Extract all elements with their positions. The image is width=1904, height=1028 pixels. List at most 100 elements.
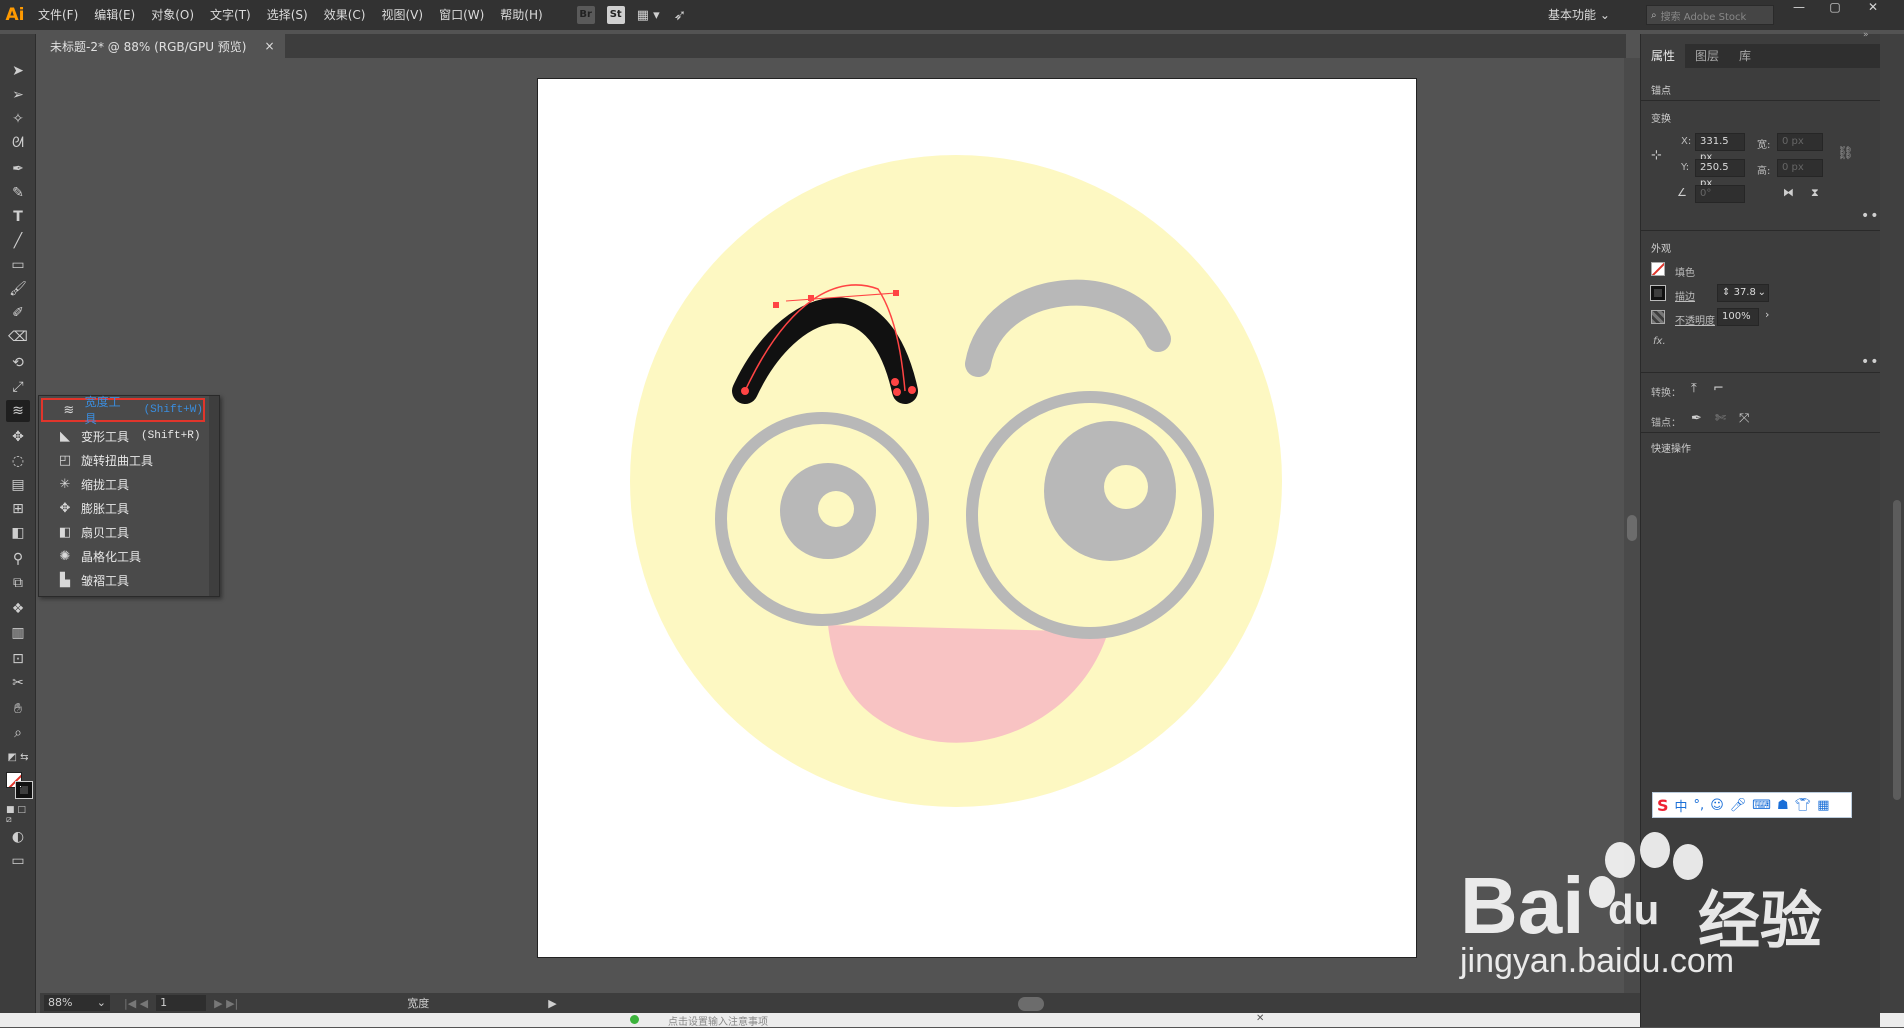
rotate-tool-icon[interactable]: ⟲ [6, 352, 30, 374]
vertical-scroll-thumb[interactable] [1627, 515, 1637, 541]
zoom-tool-icon[interactable]: ⌕ [6, 722, 30, 744]
direct-selection-tool-icon[interactable]: ➢ [6, 84, 30, 106]
close-tab-icon[interactable]: × [265, 39, 275, 53]
toolbox-icon[interactable]: ▦ [1817, 798, 1829, 813]
flyout-item-crystallize-tool[interactable]: ✺ 晶格化工具 [39, 544, 211, 568]
x-field[interactable]: 331.5 px [1695, 133, 1745, 163]
chevron-down-icon[interactable]: ⌄ [1758, 285, 1766, 301]
lasso-tool-icon[interactable]: ᘛ [6, 132, 30, 154]
arrange-documents-icon[interactable]: ▦ ▾ [637, 8, 660, 23]
magic-wand-tool-icon[interactable]: ✧ [6, 108, 30, 130]
bridge-button[interactable]: Br [576, 6, 595, 24]
line-tool-icon[interactable]: ╱ [6, 230, 30, 252]
connect-anchors-icon[interactable]: ⤧ [1739, 411, 1749, 426]
hand-tool-icon[interactable]: ✋︎ [6, 698, 30, 720]
menu-file[interactable]: 文件(F) [30, 0, 86, 30]
convert-to-corner-icon[interactable]: ⤒ [1691, 381, 1697, 396]
artboard-tool-icon[interactable]: ⊡ [6, 648, 30, 670]
punctuation-icon[interactable]: °, [1694, 798, 1705, 813]
eraser-tool-icon[interactable]: ⌫ [6, 326, 30, 348]
ime-toolbar[interactable]: S 中 °, ☺ 🎤︎ ⌨ ☗ 👕︎ ▦ [1652, 792, 1852, 818]
screen-mode-icon[interactable]: ▭ [6, 850, 30, 872]
draw-mode-icon[interactable]: ◐ [6, 826, 30, 848]
blend-tool-icon[interactable]: ⧉ [6, 572, 30, 594]
maximize-button[interactable]: ▢ [1818, 0, 1852, 16]
remove-anchor-icon[interactable]: ✒ [1691, 411, 1702, 426]
microphone-icon[interactable]: 🎤︎ [1730, 798, 1747, 813]
width-field[interactable]: 0 px [1777, 133, 1823, 151]
curvature-tool-icon[interactable]: ✎ [6, 182, 30, 204]
cut-path-icon[interactable]: ✄ [1715, 411, 1726, 426]
flyout-item-warp-tool[interactable]: ◣ 变形工具 (Shift+R) [39, 424, 211, 448]
pen-tool-icon[interactable]: ✒ [6, 158, 30, 180]
opacity-field[interactable]: 100% [1717, 308, 1759, 326]
tab-libraries[interactable]: 库 [1729, 44, 1761, 68]
convert-to-smooth-icon[interactable]: ⌐ [1713, 381, 1724, 396]
flyout-item-width-tool[interactable]: ≋ 宽度工具 (Shift+W) [41, 395, 205, 426]
ime-language[interactable]: 中 [1675, 796, 1688, 815]
menu-type[interactable]: 文字(T) [202, 0, 259, 30]
panel-collapse-icon[interactable]: » [1863, 30, 1869, 40]
menu-edit[interactable]: 编辑(E) [86, 0, 143, 30]
mesh-tool-icon[interactable]: ⊞ [6, 498, 30, 520]
close-hint-icon[interactable]: ✕ [1256, 1013, 1264, 1024]
symbol-sprayer-tool-icon[interactable]: ❖ [6, 598, 30, 620]
flyout-item-twirl-tool[interactable]: ◰ 旋转扭曲工具 [39, 448, 211, 472]
zoom-field[interactable]: 88% ⌄ [44, 995, 110, 1011]
flyout-tearoff-bar[interactable] [209, 396, 219, 596]
paintbrush-tool-icon[interactable]: 🖌︎ [6, 278, 30, 300]
fill-color-swatch[interactable] [1651, 262, 1665, 276]
opacity-label[interactable]: 不透明度 [1675, 312, 1715, 327]
angle-field[interactable]: 0° [1695, 185, 1745, 203]
workspace-switcher[interactable]: 基本功能 ⌄ [1548, 5, 1610, 25]
stock-search-input[interactable]: ⌕ 搜索 Adobe Stock [1646, 5, 1774, 25]
menu-view[interactable]: 视图(V) [373, 0, 431, 30]
eyedropper-tool-icon[interactable]: ⚲ [6, 548, 30, 570]
flyout-item-bloat-tool[interactable]: ✥ 膨胀工具 [39, 496, 211, 520]
emoji-icon[interactable]: ☺ [1710, 798, 1724, 813]
height-field[interactable]: 0 px [1777, 159, 1823, 177]
gpu-performance-icon[interactable]: ➶ [674, 6, 687, 24]
stock-button[interactable]: St [606, 6, 625, 24]
menu-select[interactable]: 选择(S) [259, 0, 316, 30]
tab-properties[interactable]: 属性 [1641, 44, 1686, 68]
stroke-label[interactable]: 描边 [1675, 288, 1695, 303]
keyboard-icon[interactable]: ⌨ [1752, 798, 1771, 813]
page-nav-icons[interactable]: |◀ ◀ [124, 997, 148, 1010]
puppet-warp-tool-icon[interactable]: ✥ [6, 426, 30, 448]
page-nav-next-icons[interactable]: ▶ ▶| [214, 997, 238, 1010]
flip-horizontal-icon[interactable]: ⧓ [1783, 186, 1794, 199]
minimize-button[interactable]: — [1782, 0, 1816, 16]
flip-vertical-icon[interactable]: ⧗ [1811, 186, 1819, 200]
artboard[interactable] [537, 78, 1417, 958]
width-tool-icon[interactable]: ≋ [6, 400, 30, 422]
page-field[interactable]: 1 [156, 995, 207, 1011]
perspective-grid-tool-icon[interactable]: ▤ [6, 474, 30, 496]
constrain-proportions-icon[interactable]: ⛓ [1837, 146, 1854, 161]
flyout-item-wrinkle-tool[interactable]: ▙ 皱褶工具 [39, 568, 211, 592]
menu-object[interactable]: 对象(O) [143, 0, 202, 30]
menu-help[interactable]: 帮助(H) [492, 0, 550, 30]
shaper-tool-icon[interactable]: ✐ [6, 302, 30, 324]
stroke-swatch-icon[interactable] [15, 781, 33, 799]
emoji-artwork[interactable] [538, 79, 1418, 959]
status-menu-arrow-icon[interactable]: ▶ [548, 997, 556, 1010]
selection-tool-icon[interactable]: ➤ [6, 60, 30, 82]
gradient-tool-icon[interactable]: ◧ [6, 522, 30, 544]
reference-point-icon[interactable]: ⊹ [1651, 148, 1662, 163]
tab-layers[interactable]: 图层 [1685, 44, 1729, 68]
color-mode-icons[interactable]: ■ □ ⧄ [6, 804, 30, 826]
type-tool-icon[interactable]: T [6, 206, 30, 228]
close-window-button[interactable]: ✕ [1856, 0, 1890, 16]
default-fill-stroke-icon[interactable]: ◩ ⇆ [6, 746, 30, 768]
stroke-weight-field[interactable]: ⇕ 37.8 ⌄ [1717, 284, 1769, 302]
stepper-icon[interactable]: ⇕ [1722, 287, 1730, 298]
document-tab[interactable]: 未标题-2* @ 88% (RGB/GPU 预览) × [40, 34, 285, 58]
user-icon[interactable]: ☗ [1777, 798, 1789, 813]
graph-tool-icon[interactable]: ▥ [6, 622, 30, 644]
fx-label[interactable]: fx. [1653, 336, 1666, 347]
menu-window[interactable]: 窗口(W) [431, 0, 492, 30]
fill-stroke-swatch[interactable] [6, 772, 33, 799]
stroke-color-swatch[interactable] [1650, 285, 1666, 301]
shape-builder-tool-icon[interactable]: ◌ [6, 450, 30, 472]
